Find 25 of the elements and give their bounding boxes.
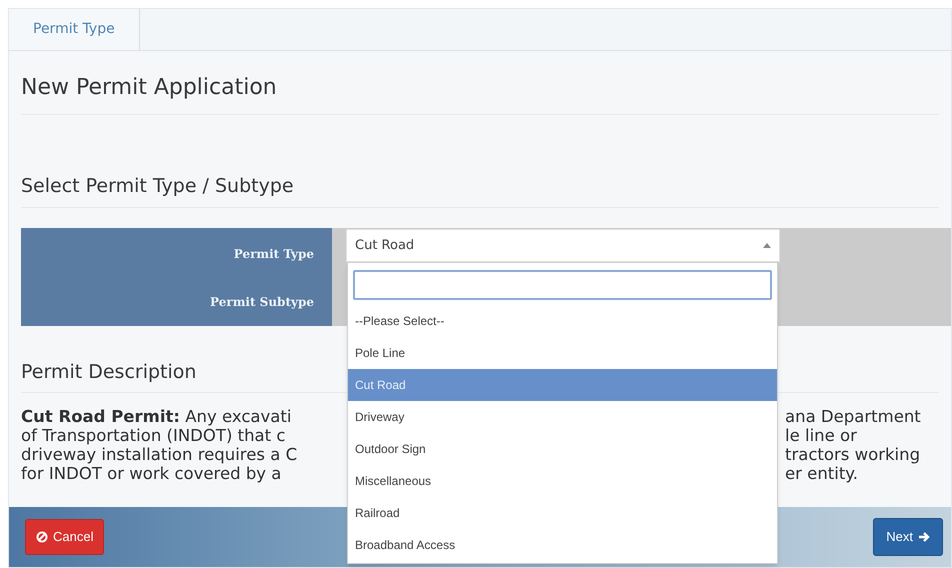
caret-icon <box>763 243 771 248</box>
field-label: Permit Type <box>234 246 314 262</box>
dropdown-option[interactable]: Outdoor Sign <box>348 433 777 465</box>
description-text: ana Department <box>785 407 922 426</box>
dropdown-option[interactable]: Miscellaneous <box>348 465 777 497</box>
dropdown-option[interactable]: --Please Select-- <box>348 305 777 337</box>
dropdown-option[interactable]: Broadband Access <box>348 529 777 561</box>
permit-type-select[interactable]: Cut Road <box>346 229 780 262</box>
field-label: Permit Subtype <box>210 294 314 310</box>
description-text: Cut Road Permit: Any excavati <box>21 407 292 426</box>
ban-icon <box>36 531 48 543</box>
description-text: of Transportation (INDOT) that c <box>21 426 286 445</box>
page-title: New Permit Application <box>21 51 939 115</box>
description-text: tractors working <box>785 445 922 464</box>
description-text: er entity. <box>785 464 859 483</box>
next-button[interactable]: Next <box>873 518 943 556</box>
cancel-button[interactable]: Cancel <box>25 519 104 555</box>
description-text: le line or <box>785 426 858 445</box>
dropdown-option[interactable]: Railroad <box>348 497 777 529</box>
search-field[interactable] <box>353 270 772 300</box>
dropdown-option[interactable]: Driveway <box>348 401 777 433</box>
description-text: driveway installation requires a C <box>21 445 298 464</box>
arrow-right-icon <box>918 531 930 543</box>
section-title: Select Permit Type / Subtype <box>21 172 939 208</box>
description-text: for INDOT or work covered by a <box>21 464 282 483</box>
